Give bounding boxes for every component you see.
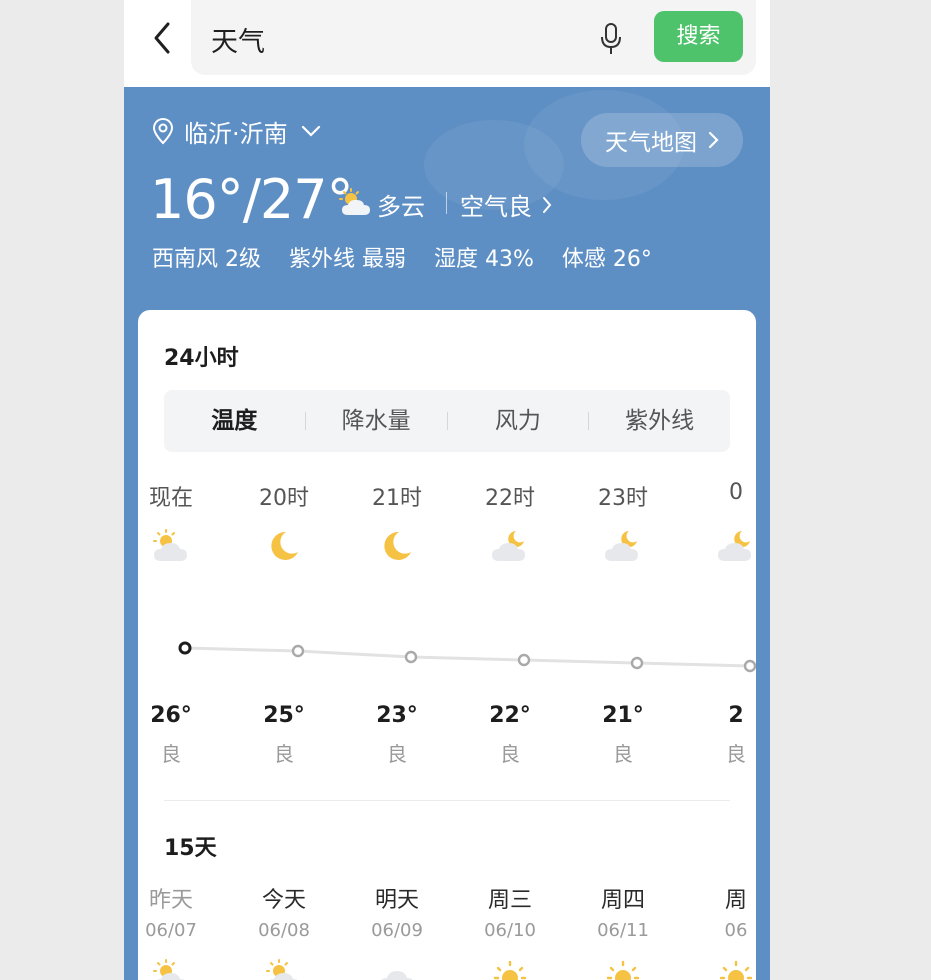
temperature-point	[630, 656, 644, 670]
wind-info: 西南风 2级	[152, 247, 261, 272]
search-input[interactable]: 天气 搜索	[191, 0, 756, 75]
moon-icon	[264, 528, 304, 564]
hour-temp: 26°	[150, 703, 192, 728]
hour-temp: 23°	[376, 703, 418, 728]
tab-temperature[interactable]: 温度	[164, 390, 305, 452]
search-query: 天气	[211, 27, 265, 58]
sun-icon	[603, 958, 643, 980]
tab-uv[interactable]: 紫外线	[589, 390, 730, 452]
temperature-point	[291, 644, 305, 658]
hour-temp: 2	[728, 703, 744, 728]
chevron-down-icon	[301, 125, 320, 137]
hour-label: 22时	[485, 486, 535, 511]
sun-icon	[716, 958, 756, 980]
partly-cloudy-day-icon	[151, 958, 191, 980]
day-item[interactable]: 周 06	[691, 882, 756, 941]
partly-cloudy-day-icon	[339, 188, 370, 215]
day-date: 06/11	[597, 920, 649, 941]
daily-title: 15天	[164, 836, 217, 861]
hour-temp: 22°	[489, 703, 531, 728]
day-item[interactable]: 昨天 06/07	[138, 882, 216, 941]
location-name: 临沂·沂南	[184, 119, 288, 148]
temperature-range: 16°/27°	[150, 168, 354, 231]
location-pin-icon	[152, 117, 174, 145]
day-date: 06/10	[484, 920, 536, 941]
hour-label: 0	[729, 480, 743, 505]
hourly-tabs: 温度 降水量 风力 紫外线	[164, 390, 730, 452]
hour-temp: 21°	[602, 703, 644, 728]
location-selector[interactable]: 临沂·沂南	[152, 114, 322, 148]
partly-cloudy-day-icon	[264, 958, 304, 980]
partly-cloudy-night-icon	[603, 528, 643, 564]
temperature-point	[517, 653, 531, 667]
divider	[164, 800, 730, 801]
forecast-card: 24小时 温度 降水量 风力 紫外线 现在 26° 良 20时 25° 良 21时 23° 良 2…	[138, 310, 756, 980]
day-date: 06/08	[258, 920, 310, 941]
day-name: 周	[724, 888, 747, 913]
chevron-right-icon	[543, 196, 552, 213]
search-button[interactable]: 搜索	[654, 11, 743, 62]
sun-icon	[490, 958, 530, 980]
humidity-info: 湿度 43%	[434, 247, 534, 272]
weather-map-button[interactable]: 天气地图	[581, 113, 743, 167]
hour-air-quality: 良	[500, 742, 520, 766]
divider	[446, 192, 447, 214]
temperature-point	[178, 641, 192, 655]
air-quality-label: 空气良	[460, 193, 532, 221]
day-date: 06/07	[145, 920, 197, 941]
hour-label: 20时	[259, 486, 309, 511]
hour-label: 现在	[148, 486, 193, 511]
temperature-point	[404, 650, 418, 664]
partly-cloudy-day-icon	[151, 528, 191, 564]
day-name: 昨天	[148, 888, 193, 913]
weather-condition: 多云	[377, 193, 425, 221]
weather-details: 西南风 2级 紫外线 最弱 湿度 43% 体感 26°	[152, 241, 652, 273]
search-header: 天气 搜索	[124, 0, 770, 87]
temperature-point	[743, 659, 756, 673]
hour-air-quality: 良	[613, 742, 633, 766]
tab-precipitation[interactable]: 降水量	[306, 390, 447, 452]
back-arrow-icon[interactable]	[148, 18, 178, 58]
microphone-icon[interactable]	[598, 22, 624, 56]
day-item[interactable]: 明天 06/09	[352, 882, 442, 941]
day-date: 06/09	[371, 920, 423, 941]
weather-map-label: 天气地图	[605, 130, 697, 156]
day-name: 明天	[374, 888, 419, 913]
day-date: 06	[724, 920, 748, 941]
hour-label: 21时	[372, 486, 422, 511]
hour-air-quality: 良	[387, 742, 407, 766]
uv-info: 紫外线 最弱	[289, 247, 406, 272]
hour-air-quality: 良	[161, 742, 181, 766]
day-item[interactable]: 今天 06/08	[239, 882, 329, 941]
hourly-title: 24小时	[164, 346, 239, 371]
weather-screen: 天气 搜索 临沂·沂南 天气地图 16°/27° 多云 空气良 西南风 2级 紫…	[124, 0, 770, 980]
air-quality-link[interactable]: 空气良	[460, 187, 552, 222]
hour-air-quality: 良	[274, 742, 294, 766]
feels-like-info: 体感 26°	[561, 247, 652, 272]
cloud-icon	[377, 958, 417, 980]
day-name: 周三	[487, 888, 532, 913]
tab-wind[interactable]: 风力	[448, 390, 589, 452]
partly-cloudy-night-icon	[490, 528, 530, 564]
hour-label: 23时	[598, 486, 648, 511]
day-item[interactable]: 周四 06/11	[578, 882, 668, 941]
day-name: 今天	[261, 888, 306, 913]
day-name: 周四	[600, 888, 645, 913]
day-item[interactable]: 周三 06/10	[465, 882, 555, 941]
hour-air-quality: 良	[726, 742, 746, 766]
temperature-line	[184, 646, 751, 668]
partly-cloudy-night-icon	[716, 528, 756, 564]
chevron-right-icon	[708, 131, 719, 149]
temperature-line-chart	[178, 641, 756, 673]
moon-icon	[377, 528, 417, 564]
hour-temp: 25°	[263, 703, 305, 728]
